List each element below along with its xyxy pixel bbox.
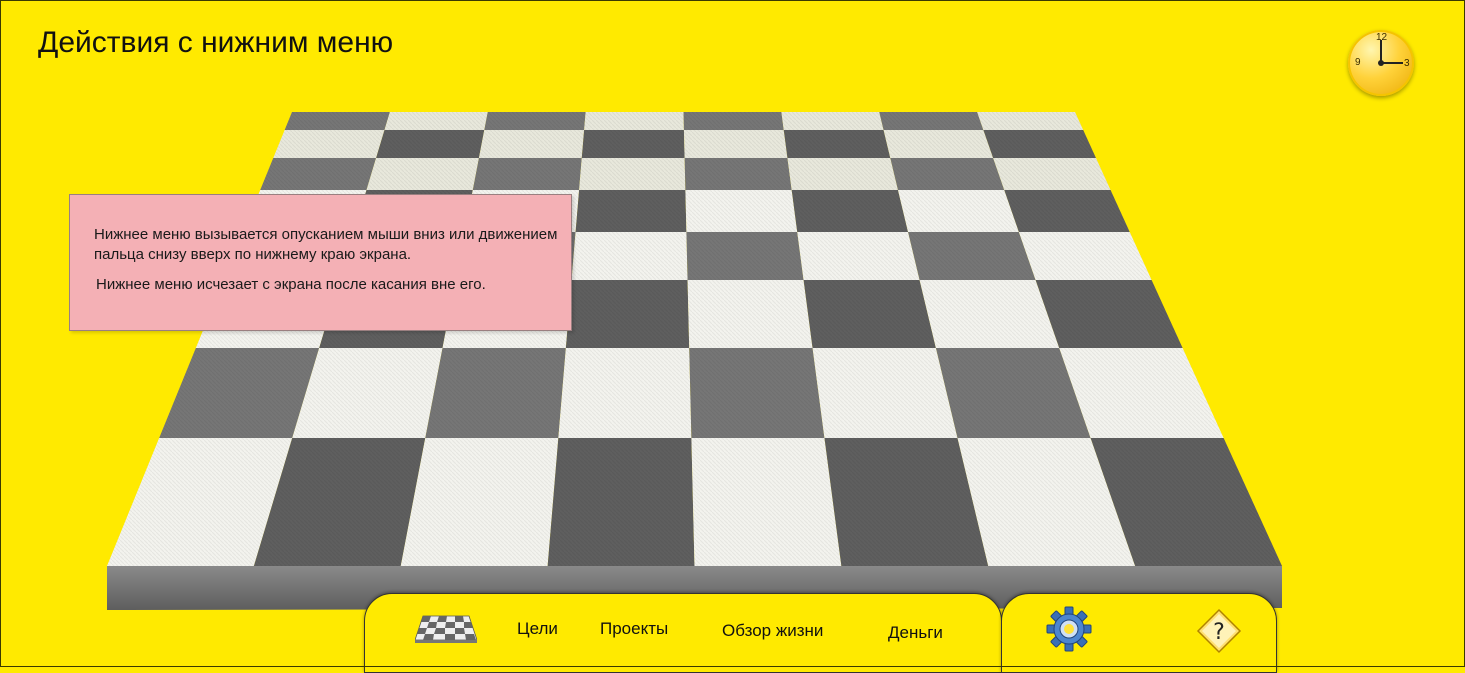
menu-item-money[interactable]: Деньги xyxy=(888,623,943,643)
help-icon[interactable]: ? xyxy=(1196,608,1242,654)
bottom-menu: Цели Проекты Обзор жизни Деньги xyxy=(364,593,1002,673)
bottom-menu-tools: ? xyxy=(1001,593,1277,673)
checkerboard xyxy=(107,112,1282,610)
info-text-1: Нижнее меню вызывается опусканием мыши в… xyxy=(94,226,558,263)
gear-icon[interactable] xyxy=(1046,606,1092,652)
menu-item-projects[interactable]: Проекты xyxy=(600,619,668,639)
info-text-2: Нижнее меню исчезает с экрана после каса… xyxy=(96,276,486,293)
help-glyph: ? xyxy=(1213,620,1225,645)
menu-item-goals[interactable]: Цели xyxy=(517,619,558,639)
checkerboard-icon[interactable] xyxy=(415,614,477,644)
info-box: Нижнее меню вызывается опусканием мыши в… xyxy=(69,194,572,331)
menu-item-life-overview[interactable]: Обзор жизни xyxy=(722,621,823,641)
